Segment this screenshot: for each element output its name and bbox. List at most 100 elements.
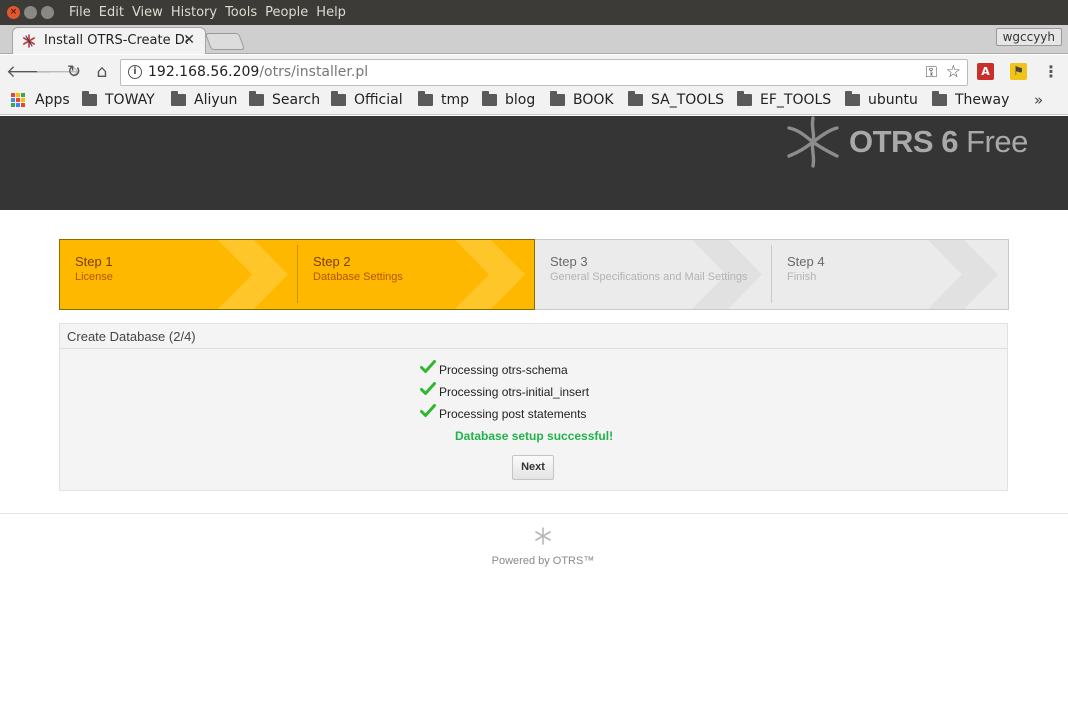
menu-file[interactable]: File bbox=[69, 5, 91, 20]
acrobat-extension-icon[interactable]: A bbox=[977, 63, 994, 80]
reload-icon[interactable]: ↻ bbox=[63, 61, 85, 83]
bookmark-folder[interactable]: SA_TOOLS bbox=[628, 91, 725, 108]
bookmark-label: Theway bbox=[955, 92, 1010, 108]
folder-icon bbox=[171, 91, 186, 106]
step-title: Step 2 bbox=[313, 254, 351, 269]
step-3: Step 3 General Specifications and Mail S… bbox=[535, 240, 772, 309]
otrs-logo: OTRS 6 Free bbox=[785, 116, 1028, 168]
bookmark-folder[interactable]: Search bbox=[249, 91, 321, 108]
bookmarks-bar: Apps TOWAY Aliyun Search Official tmp bl… bbox=[0, 89, 1068, 115]
bookmark-label: blog bbox=[505, 92, 536, 108]
powered-by-text: Powered by OTRS™ bbox=[491, 555, 595, 567]
step-subtitle: Database Settings bbox=[313, 271, 403, 283]
menu-people[interactable]: People bbox=[265, 5, 308, 20]
otrs-asterisk-logo-icon bbox=[787, 116, 839, 168]
folder-icon bbox=[628, 91, 643, 106]
otrs-logo-free: Free bbox=[966, 124, 1028, 159]
otrs-favicon-icon bbox=[22, 34, 35, 48]
menu-help[interactable]: Help bbox=[316, 5, 346, 20]
processing-text: Processing post statements bbox=[439, 407, 587, 421]
app-menu-bar: File Edit View History Tools People Help bbox=[69, 5, 346, 20]
bookmark-apps[interactable]: Apps bbox=[11, 92, 70, 108]
bookmark-label: Aliyun bbox=[194, 92, 238, 108]
installer-steps: Step 1 License Step 2 Database Settings … bbox=[59, 239, 1009, 310]
bookmark-folder[interactable]: BOOK bbox=[550, 91, 614, 108]
menu-history[interactable]: History bbox=[171, 5, 217, 20]
browser-tab-active[interactable]: Install OTRS-Create Database ✕ bbox=[12, 27, 206, 54]
chevron-right-icon bbox=[218, 240, 288, 309]
box-header: Create Database (2/4) bbox=[60, 324, 1007, 349]
url-path: /otrs/installer.pl bbox=[259, 64, 369, 80]
bookmark-label: Search bbox=[272, 92, 321, 108]
processing-item: Processing post statements bbox=[420, 404, 587, 421]
bookmark-folder[interactable]: Theway bbox=[932, 91, 1010, 108]
bookmark-folder[interactable]: Official bbox=[331, 91, 403, 108]
chevron-right-icon bbox=[928, 240, 998, 309]
bookmark-label: SA_TOOLS bbox=[651, 92, 725, 108]
tab-title: Install OTRS-Create Database bbox=[44, 33, 188, 48]
folder-icon bbox=[737, 91, 752, 106]
extension-icon[interactable]: ⚑ bbox=[1010, 63, 1027, 80]
step-subtitle: Finish bbox=[787, 271, 817, 283]
processing-text: Processing otrs-schema bbox=[439, 363, 568, 377]
step-title: Step 1 bbox=[75, 254, 113, 269]
menu-view[interactable]: View bbox=[132, 5, 163, 20]
bookmark-folder[interactable]: ubuntu bbox=[845, 91, 918, 108]
otrs-logo-text: OTRS 6 Free bbox=[849, 124, 1028, 160]
checkmark-icon bbox=[420, 404, 436, 417]
window-minimize-icon[interactable] bbox=[24, 6, 37, 19]
arrow-right-icon[interactable]: 🡒 bbox=[35, 61, 81, 83]
step-subtitle: General Specifications and Mail Settings bbox=[550, 271, 748, 283]
arrow-left-icon[interactable]: 🡐 bbox=[6, 61, 52, 83]
next-button[interactable]: Next bbox=[512, 455, 554, 480]
folder-icon bbox=[249, 91, 264, 106]
create-database-box: Create Database (2/4) Processing otrs-sc… bbox=[59, 323, 1008, 491]
footer-divider bbox=[0, 513, 1068, 514]
key-icon[interactable]: ⚿ bbox=[926, 63, 937, 81]
new-tab-button[interactable] bbox=[204, 33, 246, 50]
checkmark-icon bbox=[420, 382, 436, 395]
tab-strip: Install OTRS-Create Database ✕ wgccyyh bbox=[0, 25, 1068, 54]
chevron-right-icon bbox=[455, 240, 525, 309]
star-icon[interactable]: ☆ bbox=[946, 62, 961, 82]
os-title-bar: × File Edit View History Tools People He… bbox=[0, 0, 1068, 25]
bookmarks-overflow-icon[interactable]: » bbox=[1034, 91, 1043, 109]
success-message: Database setup successful! bbox=[455, 429, 614, 443]
checkmark-icon bbox=[420, 360, 436, 373]
menu-edit[interactable]: Edit bbox=[99, 5, 124, 20]
window-maximize-icon[interactable] bbox=[41, 6, 54, 19]
bookmark-folder[interactable]: tmp bbox=[418, 91, 470, 108]
processing-text: Processing otrs-initial_insert bbox=[439, 385, 590, 399]
url-text[interactable]: 192.168.56.209/otrs/installer.pl bbox=[148, 64, 368, 80]
step-1: Step 1 License bbox=[60, 240, 298, 309]
bookmark-label: tmp bbox=[441, 92, 470, 108]
info-icon[interactable]: i bbox=[128, 65, 142, 79]
window-close-icon[interactable]: × bbox=[7, 6, 20, 19]
profile-button[interactable]: wgccyyh bbox=[995, 28, 1062, 46]
folder-icon bbox=[482, 91, 497, 106]
bookmark-label: ubuntu bbox=[868, 92, 918, 108]
bookmark-folder[interactable]: blog bbox=[482, 91, 536, 108]
processing-item: Processing otrs-schema bbox=[420, 360, 568, 377]
box-title: Create Database (2/4) bbox=[67, 329, 196, 344]
menu-tools[interactable]: Tools bbox=[225, 5, 257, 20]
url-host: 192.168.56.209 bbox=[148, 64, 260, 80]
address-bar[interactable]: i 192.168.56.209/otrs/installer.pl ⚿ ☆ bbox=[120, 59, 968, 86]
apps-grid-icon bbox=[11, 93, 25, 107]
bookmark-label: Official bbox=[354, 92, 403, 108]
home-icon[interactable]: ⌂ bbox=[91, 61, 113, 83]
bookmark-label: BOOK bbox=[573, 92, 614, 108]
bookmark-folder[interactable]: TOWAY bbox=[82, 91, 155, 108]
bookmark-folder[interactable]: EF_TOOLS bbox=[737, 91, 831, 108]
tab-close-icon[interactable]: ✕ bbox=[183, 32, 195, 48]
bookmark-folder[interactable]: Aliyun bbox=[171, 91, 238, 108]
browser-toolbar: 🡐 🡒 ↻ ⌂ i 192.168.56.209/otrs/installer.… bbox=[0, 55, 1068, 89]
otrs-logo-name: OTRS 6 bbox=[849, 124, 958, 159]
step-subtitle: License bbox=[75, 271, 113, 283]
folder-icon bbox=[932, 91, 947, 106]
folder-icon bbox=[418, 91, 433, 106]
bookmark-label: TOWAY bbox=[105, 92, 155, 108]
step-4: Step 4 Finish bbox=[772, 240, 1008, 309]
folder-icon bbox=[331, 91, 346, 106]
kebab-menu-icon[interactable]: ⋮ bbox=[1043, 62, 1059, 81]
